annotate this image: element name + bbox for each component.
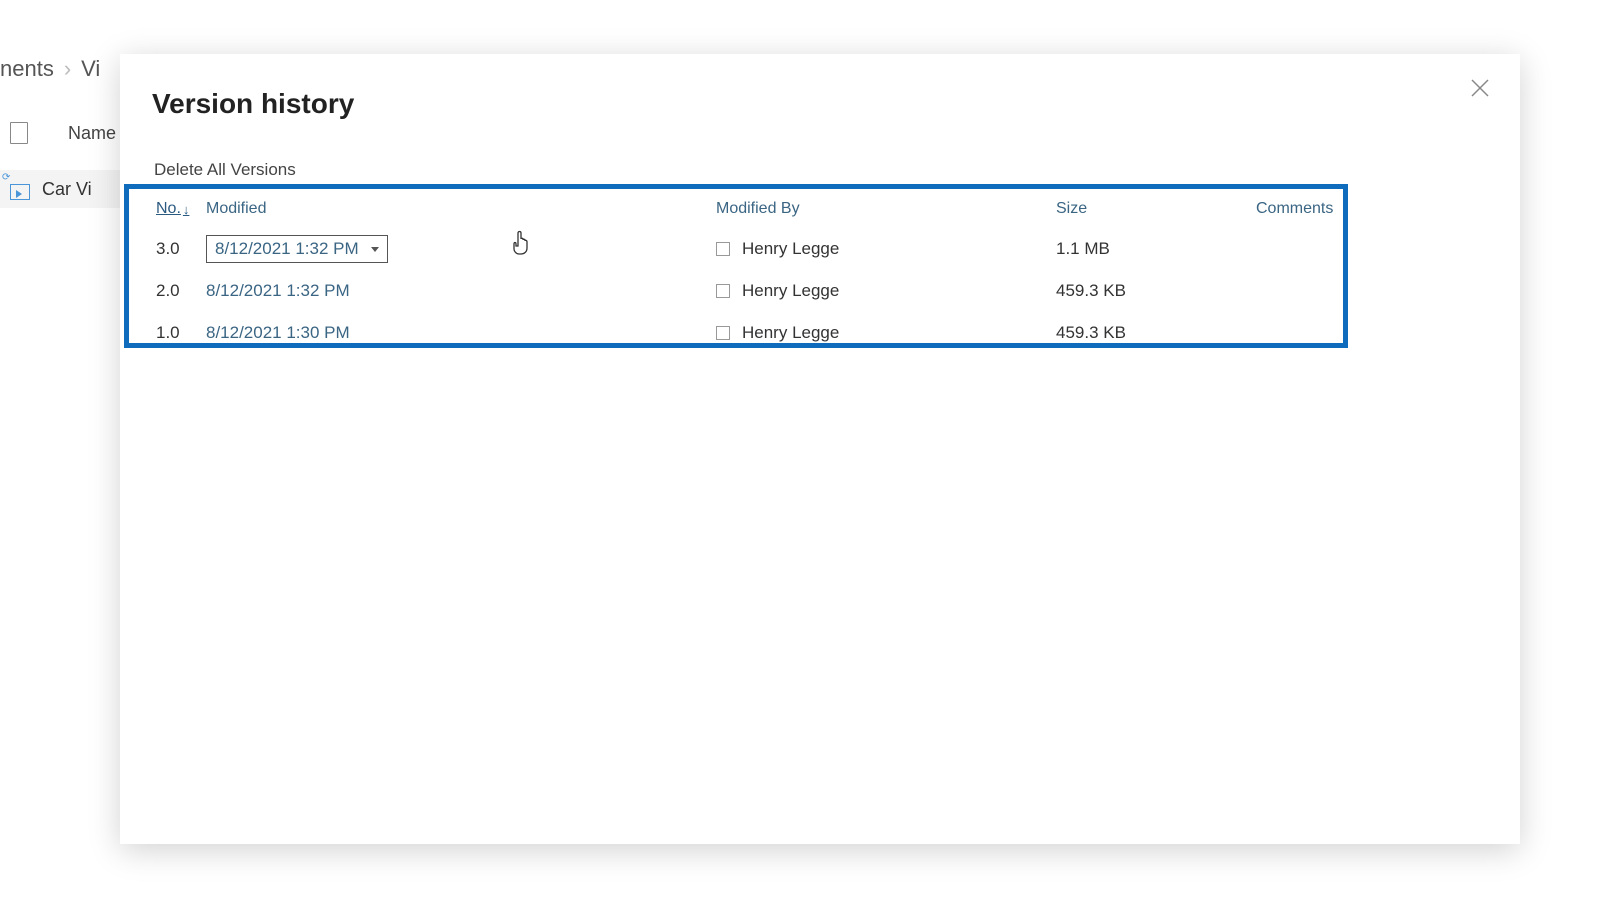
version-modified-by: Henry Legge [716, 323, 1056, 343]
chevron-down-icon [371, 247, 379, 252]
person-icon [716, 326, 730, 340]
column-header-size[interactable]: Size [1056, 200, 1256, 218]
library-columns-header: Name [10, 122, 116, 144]
version-number: 2.0 [156, 281, 206, 301]
file-type-icon [10, 122, 28, 144]
column-header-comments[interactable]: Comments [1256, 200, 1333, 218]
table-row: 3.0 8/12/2021 1:32 PM Henry Legge 1.1 MB [156, 228, 1336, 270]
file-name: Car Vi [42, 179, 92, 200]
table-header-row: No. ↓ Modified Modified By Size Comments [156, 200, 1336, 218]
video-file-icon: ⟳ [10, 178, 32, 200]
column-header-modified-by[interactable]: Modified By [716, 200, 1056, 218]
version-modified-by: Henry Legge [716, 281, 1056, 301]
version-modified-date: 8/12/2021 1:32 PM [215, 239, 359, 259]
version-modified-by: Henry Legge [716, 239, 1056, 259]
versions-table: No. ↓ Modified Modified By Size Comments… [156, 200, 1336, 354]
version-size: 459.3 KB [1056, 323, 1256, 343]
breadcrumb-part-2[interactable]: Vi [81, 56, 100, 82]
close-button[interactable] [1464, 72, 1496, 104]
dialog-title: Version history [152, 88, 354, 120]
column-name-label[interactable]: Name [68, 123, 116, 144]
column-header-no[interactable]: No. ↓ [156, 200, 206, 218]
table-row: 2.0 8/12/2021 1:32 PM Henry Legge 459.3 … [156, 270, 1336, 312]
delete-all-versions-link[interactable]: Delete All Versions [154, 160, 296, 180]
version-size: 1.1 MB [1056, 239, 1256, 259]
version-modified-link[interactable]: 8/12/2021 1:32 PM [206, 281, 350, 300]
person-icon [716, 284, 730, 298]
person-icon [716, 242, 730, 256]
column-header-modified[interactable]: Modified [206, 200, 716, 218]
sort-descending-icon: ↓ [183, 202, 190, 217]
version-modified-link[interactable]: 8/12/2021 1:30 PM [206, 323, 350, 342]
version-number: 1.0 [156, 323, 206, 343]
version-history-dialog: Version history Delete All Versions No. … [120, 54, 1520, 844]
close-icon [1470, 78, 1490, 98]
version-number: 3.0 [156, 239, 206, 259]
version-size: 459.3 KB [1056, 281, 1256, 301]
table-row: 1.0 8/12/2021 1:30 PM Henry Legge 459.3 … [156, 312, 1336, 354]
file-row[interactable]: ⟳ Car Vi [0, 170, 120, 208]
breadcrumb-part-1[interactable]: nents [0, 56, 54, 82]
version-modified-dropdown[interactable]: 8/12/2021 1:32 PM [206, 235, 388, 263]
breadcrumb: nents › Vi [0, 56, 100, 82]
breadcrumb-separator-icon: › [64, 56, 71, 82]
